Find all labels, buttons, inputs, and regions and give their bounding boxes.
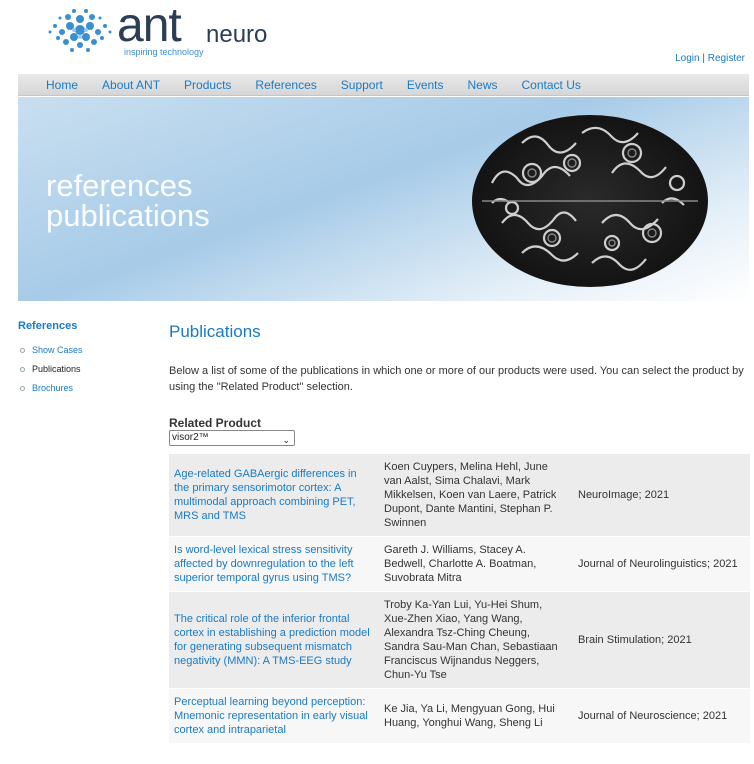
login-link[interactable]: Login (675, 53, 699, 64)
nav-item-home[interactable]: Home (46, 78, 78, 92)
sidebar-item-label: Brochures (32, 383, 74, 393)
publication-authors: Gareth J. Williams, Stacey A. Bedwell, C… (379, 536, 573, 592)
logo-wordmark-ant: ant (117, 0, 182, 52)
related-product-select[interactable]: visor2™ ⌄ (169, 430, 295, 446)
bullet-icon (20, 347, 25, 353)
nav-item-references[interactable]: References (255, 78, 316, 92)
sidebar-title[interactable]: References (18, 320, 77, 332)
publication-title-link[interactable]: Perceptual learning beyond perception: M… (169, 688, 379, 744)
paper-brain-image (472, 115, 708, 287)
sidebar-item-show-cases[interactable]: Show Cases (20, 345, 83, 355)
publication-journal: NeuroImage; 2021 (573, 454, 750, 537)
publication-title-link[interactable]: Is word-level lexical stress sensitivity… (169, 536, 379, 592)
table-row: Perceptual learning beyond perception: M… (169, 688, 750, 744)
intro-text: Below a list of some of the publications… (169, 365, 744, 393)
table-row: The critical role of the inferior fronta… (169, 591, 750, 689)
publication-journal: Journal of Neurolinguistics; 2021 (573, 536, 750, 592)
logo-wordmark-neuro: neuro (206, 21, 268, 48)
logo-dots-icon (48, 9, 112, 52)
publication-title-link[interactable]: The critical role of the inferior fronta… (169, 591, 379, 689)
sidebar-menu: Show Cases Publications Brochures (20, 345, 83, 402)
banner-heading: references publications (46, 168, 210, 233)
table-row: Is word-level lexical stress sensitivity… (169, 536, 750, 592)
bullet-icon (20, 385, 25, 391)
related-product-value: visor2™ (172, 432, 209, 443)
banner-line-1: references (46, 168, 193, 203)
publication-journal: Brain Stimulation; 2021 (573, 591, 750, 689)
nav-item-contact[interactable]: Contact Us (522, 78, 581, 92)
user-links: Login | Register (675, 53, 745, 64)
publication-authors: Ke Jia, Ya Li, Mengyuan Gong, Hui Huang,… (379, 688, 573, 744)
publication-authors: Koen Cuypers, Melina Hehl, June van Aals… (379, 454, 573, 537)
nav-item-products[interactable]: Products (184, 78, 231, 92)
page-title: Publications (169, 322, 261, 341)
nav-item-about[interactable]: About ANT (102, 78, 160, 92)
sidebar-item-label: Show Cases (32, 345, 83, 355)
table-row: Age-related GABAergic differences in the… (169, 454, 750, 537)
main-nav: Home About ANT Products References Suppo… (18, 74, 749, 96)
nav-item-events[interactable]: Events (407, 78, 444, 92)
logo-tagline: inspiring technology (124, 47, 204, 57)
nav-item-news[interactable]: News (468, 78, 498, 92)
hero-banner: references publications (18, 97, 749, 301)
nav-item-support[interactable]: Support (341, 78, 383, 92)
chevron-down-icon: ⌄ (282, 435, 290, 445)
sidebar-item-publications[interactable]: Publications (20, 364, 83, 374)
publication-journal: Journal of Neuroscience; 2021 (573, 688, 750, 744)
user-links-separator: | (702, 53, 705, 64)
sidebar-item-brochures[interactable]: Brochures (20, 383, 83, 393)
publication-authors: Troby Ka-Yan Lui, Yu-Hei Shum, Xue-Zhen … (379, 591, 573, 689)
publications-table: Age-related GABAergic differences in the… (169, 454, 750, 744)
ant-neuro-logo[interactable]: ant neuro inspiring technology (44, 0, 284, 62)
bullet-icon (20, 366, 25, 372)
sidebar-item-label: Publications (32, 364, 81, 374)
banner-line-2: publications (46, 198, 210, 233)
related-product-label: Related Product (169, 416, 262, 430)
register-link[interactable]: Register (708, 53, 745, 64)
publication-title-link[interactable]: Age-related GABAergic differences in the… (169, 454, 379, 537)
